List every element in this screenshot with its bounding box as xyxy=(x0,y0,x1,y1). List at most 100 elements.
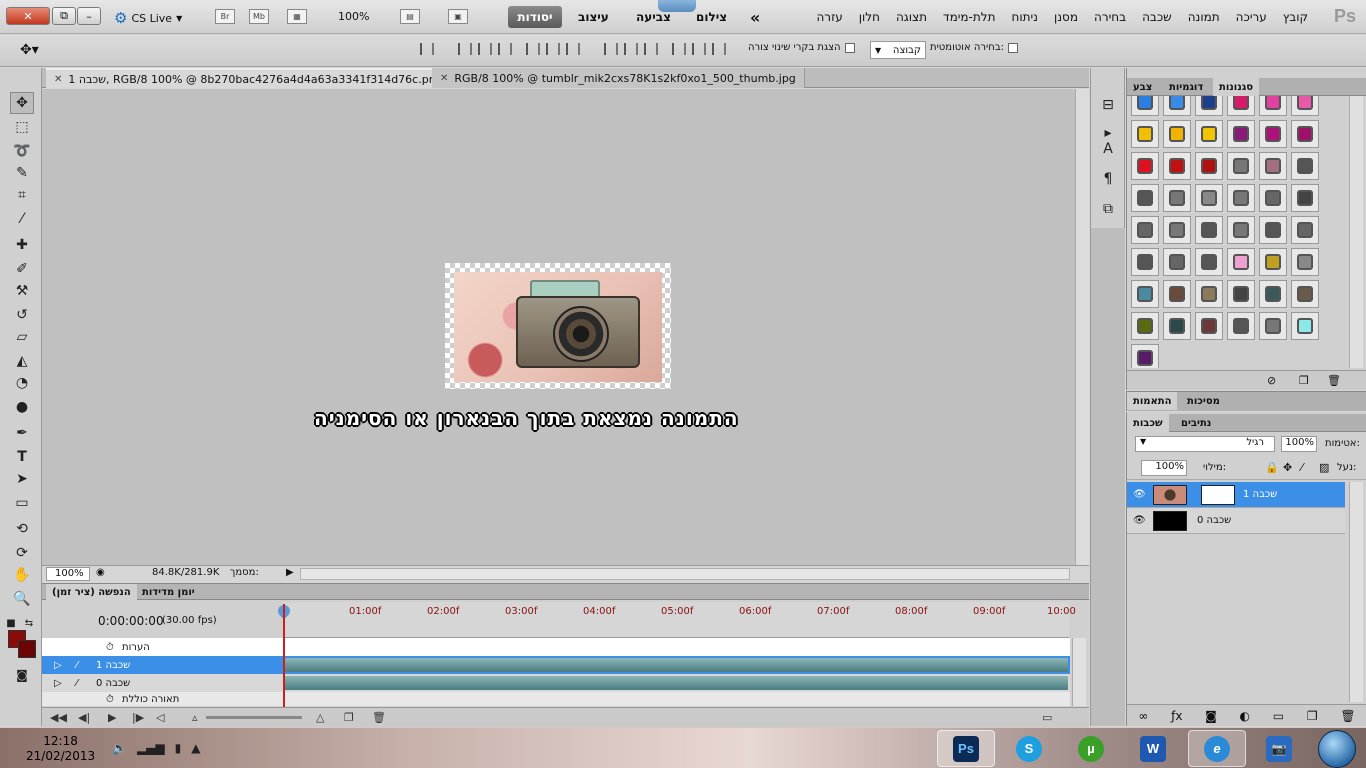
move-tool-icon[interactable]: ✥ xyxy=(10,92,34,114)
align-vcenter-icon[interactable] xyxy=(478,43,492,55)
menu-help[interactable]: עזרה xyxy=(808,10,850,24)
next-frame-icon[interactable]: |▶ xyxy=(132,711,144,724)
type-tool-icon[interactable]: T xyxy=(10,446,34,468)
prev-frame-icon[interactable]: ◀| xyxy=(78,711,90,724)
style-swatch[interactable] xyxy=(1195,248,1223,276)
style-swatch[interactable] xyxy=(1227,96,1255,116)
style-swatch[interactable] xyxy=(1291,152,1319,180)
close-tab-icon[interactable]: ✕ xyxy=(440,73,448,84)
lock-pixels-icon[interactable]: ⁄ xyxy=(1301,461,1303,474)
character-panel-icon[interactable]: A xyxy=(1099,140,1117,158)
canvas-horizontal-scrollbar[interactable] xyxy=(300,568,1070,580)
menu-filter[interactable]: מסנן xyxy=(1046,10,1086,24)
style-swatch[interactable] xyxy=(1291,248,1319,276)
quick-select-tool-icon[interactable]: ✎ xyxy=(10,162,34,184)
style-swatch[interactable] xyxy=(1131,184,1159,212)
hand-tool-icon[interactable]: ✋ xyxy=(10,564,34,586)
style-swatch[interactable] xyxy=(1227,184,1255,212)
zoom-out-timeline-icon[interactable]: ▵ xyxy=(192,711,198,724)
menu-3d[interactable]: תלת-מימד xyxy=(935,10,1003,24)
layer-duration-bar[interactable] xyxy=(285,658,1068,672)
time-ruler[interactable]: 01:00f 02:00f 03:00f 04:00f 05:00f 06:00… xyxy=(283,602,1076,638)
lock-transparent-icon[interactable]: ▨ xyxy=(1319,461,1329,474)
style-swatch[interactable] xyxy=(1163,120,1191,148)
play-icon[interactable]: ▶ xyxy=(108,711,116,724)
network-icon[interactable]: ▂▄▆ xyxy=(137,741,165,755)
menu-file[interactable]: קובץ xyxy=(1275,10,1316,24)
style-swatch[interactable] xyxy=(1195,120,1223,148)
style-swatch[interactable] xyxy=(1131,152,1159,180)
delete-icon[interactable]: 🗑 xyxy=(372,711,386,724)
history-panel-icon[interactable]: ⊟ xyxy=(1099,96,1117,114)
bridge-icon[interactable]: Br xyxy=(215,9,235,24)
style-swatch[interactable] xyxy=(1131,248,1159,276)
eye-icon[interactable]: 👁 xyxy=(1133,489,1146,500)
distribute-vcenter-icon[interactable] xyxy=(624,43,638,55)
style-swatch[interactable] xyxy=(1163,152,1191,180)
auto-select-checkbox[interactable] xyxy=(1008,42,1018,53)
align-right-icon[interactable] xyxy=(566,43,580,55)
cs-live-button[interactable]: ⚙ CS Live ▼ xyxy=(114,9,182,27)
stopwatch-icon[interactable]: ⏱ xyxy=(106,694,114,705)
workspace-photography[interactable]: צילום xyxy=(690,6,733,28)
tab-color[interactable]: צבע xyxy=(1127,78,1158,96)
tab-paths[interactable]: נתיבים xyxy=(1175,414,1217,432)
tab-adjustments[interactable]: התאמות xyxy=(1127,392,1178,410)
expand-arrow-icon[interactable]: ▷ xyxy=(54,660,62,671)
menu-view[interactable]: תצוגה xyxy=(888,10,935,24)
style-swatch[interactable] xyxy=(1227,312,1255,340)
style-swatch[interactable] xyxy=(1131,120,1159,148)
add-mask-icon[interactable]: ◙ xyxy=(1205,709,1217,723)
tab-measurement-log[interactable]: יומן מדידות xyxy=(136,584,201,600)
taskbar-photoshop[interactable]: Ps xyxy=(937,730,995,767)
style-swatch[interactable] xyxy=(1291,184,1319,212)
show-transform-checkbox[interactable] xyxy=(844,42,855,53)
layer-name[interactable]: שכבה 0 xyxy=(1197,515,1231,526)
menu-layer[interactable]: שכבה xyxy=(1134,10,1180,24)
mini-bridge-icon[interactable]: Mb xyxy=(249,9,269,24)
style-swatch[interactable] xyxy=(1163,184,1191,212)
new-group-icon[interactable]: ▭ xyxy=(1273,709,1284,723)
view-extras-icon[interactable]: ▦ xyxy=(287,9,307,24)
align-bottom-icon[interactable] xyxy=(498,43,512,55)
style-swatch[interactable] xyxy=(1195,312,1223,340)
show-transform-controls[interactable]: הצגת בקרי שינוי צורה xyxy=(748,42,855,53)
style-swatch[interactable] xyxy=(1195,216,1223,244)
align-left-icon[interactable] xyxy=(526,43,540,55)
zoom-tool-icon[interactable]: 🔍 xyxy=(10,588,34,610)
distribute-left-icon[interactable] xyxy=(672,43,686,55)
path-selection-tool-icon[interactable]: ➤ xyxy=(10,468,34,490)
style-swatch[interactable] xyxy=(1131,344,1159,368)
distribute-top-icon[interactable] xyxy=(604,43,618,55)
style-swatch[interactable] xyxy=(1291,120,1319,148)
styles-scrollbar[interactable] xyxy=(1349,96,1363,368)
eyedropper-tool-icon[interactable]: ⁄ xyxy=(10,208,34,230)
style-swatch[interactable] xyxy=(1163,280,1191,308)
distribute-hcenter-icon[interactable] xyxy=(692,43,706,55)
tab-styles[interactable]: סגנונות xyxy=(1213,78,1260,96)
tab-swatches[interactable]: דוגמיות xyxy=(1163,78,1209,96)
style-swatch[interactable] xyxy=(1163,216,1191,244)
delete-layer-icon[interactable]: 🗑 xyxy=(1340,709,1355,723)
tab-layers[interactable]: שכבות xyxy=(1127,414,1169,432)
new-style-icon[interactable]: ❐ xyxy=(1299,374,1309,387)
taskbar-internet-explorer[interactable]: e xyxy=(1188,730,1246,767)
battery-icon[interactable]: ▮ xyxy=(175,741,182,755)
style-swatch[interactable] xyxy=(1163,312,1191,340)
timeline-row-comments[interactable]: ⏱ הערות xyxy=(42,638,1070,656)
zoom-in-timeline-icon[interactable]: △ xyxy=(316,711,324,724)
auto-select-control[interactable]: בחירה אוטומטית: xyxy=(930,42,1018,53)
screen-mode-icon[interactable]: ▣ xyxy=(448,9,468,24)
zoom-input[interactable]: 100% xyxy=(46,567,90,581)
blur-tool-icon[interactable]: ◔ xyxy=(10,372,34,394)
new-layer-icon[interactable]: ❐ xyxy=(1307,709,1318,723)
3d-rotate-tool-icon[interactable]: ⟲ xyxy=(10,518,34,540)
show-hidden-icons-icon[interactable]: ▲ xyxy=(191,741,200,755)
timeline-row-layer1[interactable]: ▷ ⁄ שכבה 1 xyxy=(42,656,1070,674)
stopwatch-icon[interactable]: ⏱ xyxy=(106,642,114,653)
pen-tool-icon[interactable]: ✒ xyxy=(10,422,34,444)
eye-icon[interactable]: 👁 xyxy=(1133,515,1146,526)
taskbar-word[interactable]: W xyxy=(1124,730,1182,767)
dodge-tool-icon[interactable]: ● xyxy=(10,396,34,418)
brush-tool-icon[interactable]: ✐ xyxy=(10,258,34,280)
